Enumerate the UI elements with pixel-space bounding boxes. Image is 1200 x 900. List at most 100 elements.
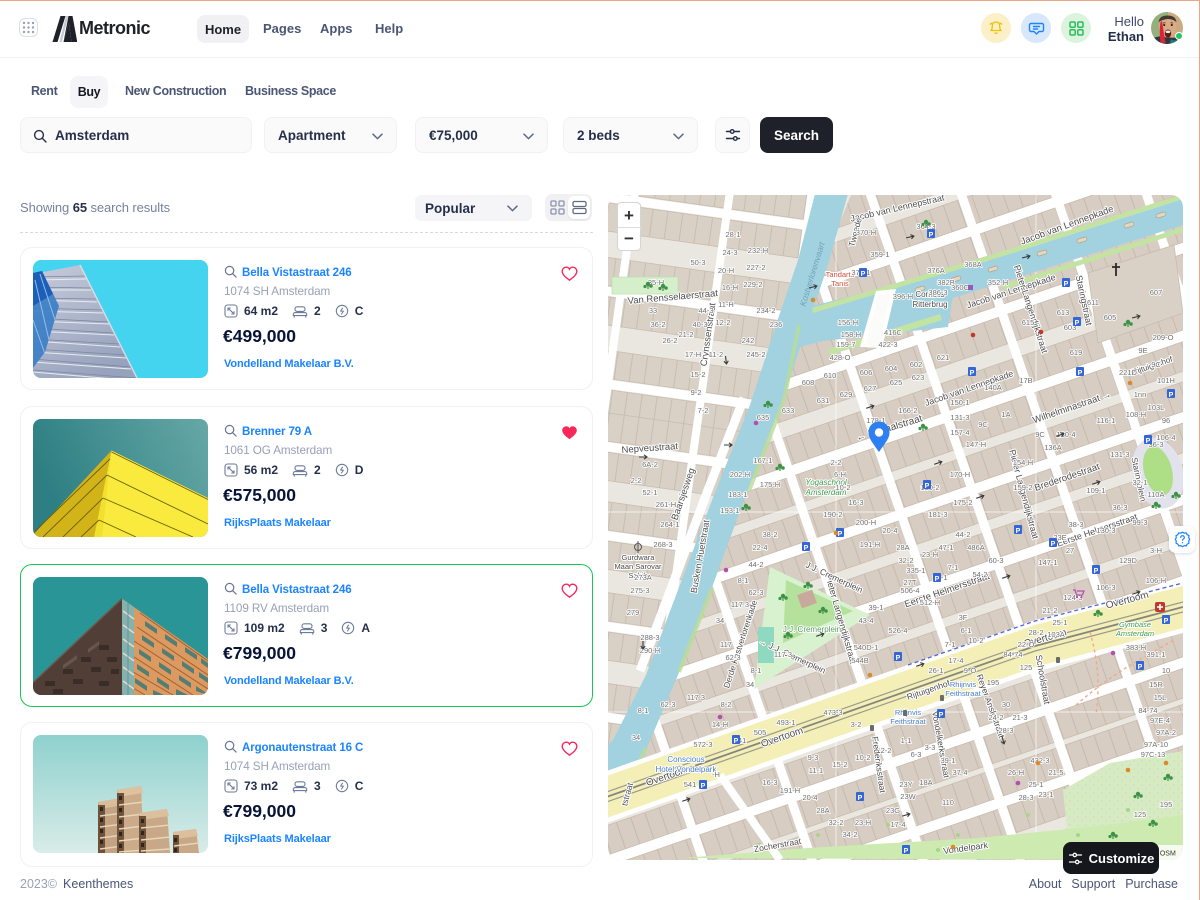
svg-text:Amsterdam: Amsterdam xyxy=(1115,629,1154,638)
svg-text:9C: 9C xyxy=(1151,360,1161,369)
svg-text:96: 96 xyxy=(1162,416,1170,425)
svg-text:P: P xyxy=(838,531,843,538)
svg-text:Conscious: Conscious xyxy=(667,755,704,764)
svg-text:234-2: 234-2 xyxy=(756,306,775,315)
svg-text:572-3: 572-3 xyxy=(693,740,712,749)
svg-text:103L: 103L xyxy=(1148,403,1165,412)
svg-text:Ritterbrug: Ritterbrug xyxy=(912,300,947,309)
svg-text:Tanis: Tanis xyxy=(831,279,849,288)
svg-text:15L: 15L xyxy=(1154,693,1167,702)
svg-text:275-3: 275-3 xyxy=(630,586,649,595)
svg-text:17-4: 17-4 xyxy=(890,820,905,829)
svg-text:273A: 273A xyxy=(634,573,652,582)
svg-text:261-H: 261-H xyxy=(656,500,676,509)
svg-text:9C: 9C xyxy=(978,420,988,429)
svg-text:540D-1: 540D-1 xyxy=(854,643,879,652)
svg-text:P: P xyxy=(925,483,930,490)
svg-text:544B: 544B xyxy=(851,656,869,665)
svg-text:229-2: 229-2 xyxy=(743,280,762,289)
svg-text:610: 610 xyxy=(824,371,837,380)
svg-text:288-3: 288-3 xyxy=(640,633,659,642)
svg-text:11-2: 11-2 xyxy=(709,350,723,359)
svg-text:352-H: 352-H xyxy=(988,278,1008,287)
svg-text:62-3: 62-3 xyxy=(660,700,675,709)
svg-text:28-1: 28-1 xyxy=(725,230,740,239)
svg-text:16-3: 16-3 xyxy=(762,778,777,787)
svg-text:P: P xyxy=(861,271,866,278)
svg-text:17-H: 17-H xyxy=(685,350,701,359)
svg-text:16-H: 16-H xyxy=(722,283,738,292)
svg-text:20-4: 20-4 xyxy=(802,793,817,802)
svg-text:512-H: 512-H xyxy=(920,598,940,607)
svg-text:193-1: 193-1 xyxy=(720,506,739,515)
svg-text:11-H: 11-H xyxy=(718,300,734,309)
svg-text:P: P xyxy=(1016,528,1021,535)
svg-text:602: 602 xyxy=(910,360,923,369)
svg-text:J.J. Cremerplein: J.J. Cremerplein xyxy=(783,625,841,634)
svg-text:P: P xyxy=(935,576,940,583)
svg-text:124-3: 124-3 xyxy=(1063,593,1082,602)
svg-text:191-H: 191-H xyxy=(780,786,800,795)
svg-text:605: 605 xyxy=(1104,313,1117,322)
svg-text:506-4: 506-4 xyxy=(900,586,919,595)
svg-text:16-3: 16-3 xyxy=(848,498,863,507)
svg-text:190-2: 190-2 xyxy=(823,510,842,519)
svg-text:101H: 101H xyxy=(1157,376,1175,385)
svg-text:505: 505 xyxy=(754,728,767,737)
svg-text:221D: 221D xyxy=(1119,368,1138,377)
svg-text:103A: 103A xyxy=(1047,630,1065,639)
svg-text:9-2: 9-2 xyxy=(691,388,702,397)
svg-text:170-H: 170-H xyxy=(950,470,970,479)
svg-text:30: 30 xyxy=(1002,700,1010,709)
svg-text:117 3: 117 3 xyxy=(687,693,705,702)
svg-text:117 3: 117 3 xyxy=(731,600,749,609)
svg-text:40-3: 40-3 xyxy=(692,320,707,329)
svg-text:36-3: 36-3 xyxy=(1112,503,1127,512)
svg-text:633: 633 xyxy=(782,406,795,415)
svg-text:21-2: 21-2 xyxy=(678,330,693,339)
svg-text:P: P xyxy=(1064,281,1069,288)
svg-text:38-3: 38-3 xyxy=(1068,520,1083,529)
svg-text:110: 110 xyxy=(942,798,954,807)
svg-text:24-2: 24-2 xyxy=(988,713,1003,722)
svg-text:23-1: 23-1 xyxy=(1038,790,1053,799)
svg-text:416C: 416C xyxy=(884,328,903,337)
svg-text:154-H: 154-H xyxy=(1013,458,1033,467)
svg-text:473-3: 473-3 xyxy=(823,708,842,717)
svg-text:279: 279 xyxy=(627,608,640,617)
svg-text:Hotel Vondelpark: Hotel Vondelpark xyxy=(656,765,718,774)
svg-text:P: P xyxy=(804,545,809,552)
svg-text:1nn: 1nn xyxy=(1134,390,1147,399)
svg-text:615: 615 xyxy=(1022,318,1035,327)
svg-text:32-2: 32-2 xyxy=(898,556,913,565)
svg-text:P: P xyxy=(896,655,901,662)
svg-text:209-O: 209-O xyxy=(1153,333,1174,342)
svg-text:140A: 140A xyxy=(984,383,1002,392)
svg-text:20-4: 20-4 xyxy=(882,526,897,535)
svg-text:12-2: 12-2 xyxy=(715,318,730,327)
svg-text:422-3: 422-3 xyxy=(878,340,897,349)
svg-text:38-2: 38-2 xyxy=(762,530,777,539)
svg-text:44-2: 44-2 xyxy=(955,530,970,539)
svg-text:236: 236 xyxy=(770,320,783,329)
svg-text:P: P xyxy=(1078,370,1083,377)
svg-text:227-2: 227-2 xyxy=(746,263,765,272)
svg-text:15-2: 15-2 xyxy=(832,760,847,769)
svg-text:2-2: 2-2 xyxy=(881,746,892,755)
svg-text:110A: 110A xyxy=(1148,490,1165,499)
svg-text:36-2: 36-2 xyxy=(650,320,665,329)
svg-text:P: P xyxy=(1146,438,1151,445)
svg-text:242: 242 xyxy=(742,336,755,345)
svg-text:10: 10 xyxy=(1162,666,1170,675)
svg-text:21-5: 21-5 xyxy=(1048,768,1063,777)
svg-text:2-2: 2-2 xyxy=(631,476,642,485)
svg-text:Feithstraat: Feithstraat xyxy=(945,689,981,698)
svg-text:360C: 360C xyxy=(951,283,970,292)
svg-text:39-1: 39-1 xyxy=(940,756,955,765)
svg-text:25-1: 25-1 xyxy=(1052,618,1067,627)
svg-text:44-3: 44-3 xyxy=(698,306,713,315)
svg-text:8-1: 8-1 xyxy=(751,666,762,675)
svg-text:43-4: 43-4 xyxy=(858,616,873,625)
svg-text:44-2: 44-2 xyxy=(748,560,763,569)
svg-text:147-H: 147-H xyxy=(966,440,986,449)
